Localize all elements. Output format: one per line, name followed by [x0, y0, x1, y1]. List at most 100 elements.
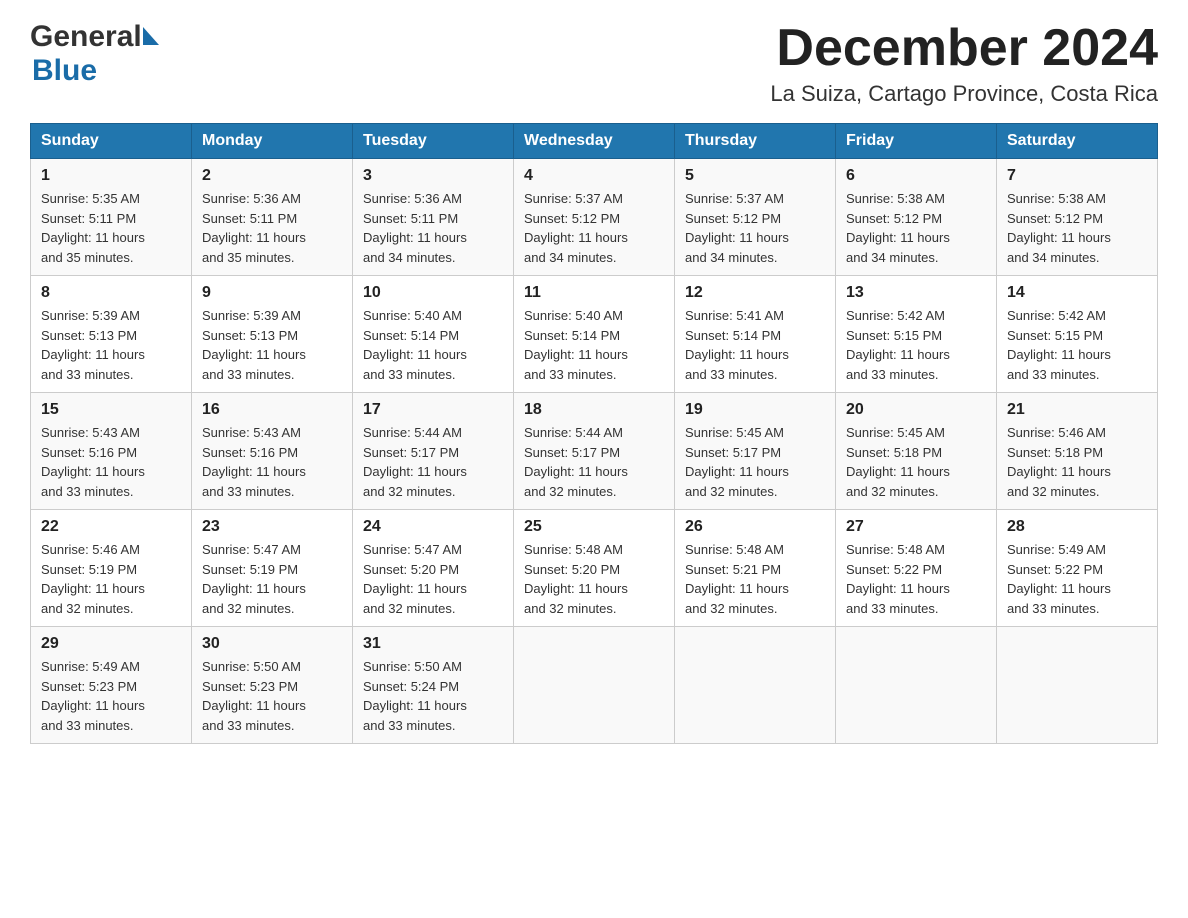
day-number: 8: [41, 284, 181, 302]
day-info: Sunrise: 5:38 AMSunset: 5:12 PMDaylight:…: [846, 191, 950, 265]
calendar-day-cell: [675, 627, 836, 744]
day-number: 26: [685, 518, 825, 536]
day-info: Sunrise: 5:39 AMSunset: 5:13 PMDaylight:…: [202, 308, 306, 382]
day-number: 15: [41, 401, 181, 419]
day-number: 11: [524, 284, 664, 302]
header-sunday: Sunday: [31, 124, 192, 159]
day-number: 13: [846, 284, 986, 302]
calendar-day-cell: 11 Sunrise: 5:40 AMSunset: 5:14 PMDaylig…: [514, 276, 675, 393]
calendar-day-cell: 10 Sunrise: 5:40 AMSunset: 5:14 PMDaylig…: [353, 276, 514, 393]
calendar-day-cell: 9 Sunrise: 5:39 AMSunset: 5:13 PMDayligh…: [192, 276, 353, 393]
calendar-day-cell: 2 Sunrise: 5:36 AMSunset: 5:11 PMDayligh…: [192, 159, 353, 276]
calendar-day-cell: 31 Sunrise: 5:50 AMSunset: 5:24 PMDaylig…: [353, 627, 514, 744]
day-number: 4: [524, 167, 664, 185]
day-info: Sunrise: 5:36 AMSunset: 5:11 PMDaylight:…: [202, 191, 306, 265]
day-info: Sunrise: 5:50 AMSunset: 5:23 PMDaylight:…: [202, 659, 306, 733]
calendar-week-row: 8 Sunrise: 5:39 AMSunset: 5:13 PMDayligh…: [31, 276, 1158, 393]
calendar-day-cell: 27 Sunrise: 5:48 AMSunset: 5:22 PMDaylig…: [836, 510, 997, 627]
day-number: 29: [41, 635, 181, 653]
calendar-day-cell: 12 Sunrise: 5:41 AMSunset: 5:14 PMDaylig…: [675, 276, 836, 393]
calendar-day-cell: 3 Sunrise: 5:36 AMSunset: 5:11 PMDayligh…: [353, 159, 514, 276]
day-number: 17: [363, 401, 503, 419]
calendar-day-cell: 6 Sunrise: 5:38 AMSunset: 5:12 PMDayligh…: [836, 159, 997, 276]
day-info: Sunrise: 5:41 AMSunset: 5:14 PMDaylight:…: [685, 308, 789, 382]
day-info: Sunrise: 5:47 AMSunset: 5:19 PMDaylight:…: [202, 542, 306, 616]
calendar-day-cell: 19 Sunrise: 5:45 AMSunset: 5:17 PMDaylig…: [675, 393, 836, 510]
header-monday: Monday: [192, 124, 353, 159]
header-wednesday: Wednesday: [514, 124, 675, 159]
day-number: 10: [363, 284, 503, 302]
day-number: 21: [1007, 401, 1147, 419]
calendar-week-row: 29 Sunrise: 5:49 AMSunset: 5:23 PMDaylig…: [31, 627, 1158, 744]
day-number: 18: [524, 401, 664, 419]
day-info: Sunrise: 5:43 AMSunset: 5:16 PMDaylight:…: [202, 425, 306, 499]
day-number: 20: [846, 401, 986, 419]
day-info: Sunrise: 5:45 AMSunset: 5:17 PMDaylight:…: [685, 425, 789, 499]
day-info: Sunrise: 5:42 AMSunset: 5:15 PMDaylight:…: [1007, 308, 1111, 382]
day-info: Sunrise: 5:35 AMSunset: 5:11 PMDaylight:…: [41, 191, 145, 265]
calendar-day-cell: 24 Sunrise: 5:47 AMSunset: 5:20 PMDaylig…: [353, 510, 514, 627]
calendar-day-cell: 17 Sunrise: 5:44 AMSunset: 5:17 PMDaylig…: [353, 393, 514, 510]
day-info: Sunrise: 5:37 AMSunset: 5:12 PMDaylight:…: [524, 191, 628, 265]
day-info: Sunrise: 5:49 AMSunset: 5:22 PMDaylight:…: [1007, 542, 1111, 616]
calendar-day-cell: 8 Sunrise: 5:39 AMSunset: 5:13 PMDayligh…: [31, 276, 192, 393]
header-thursday: Thursday: [675, 124, 836, 159]
calendar-week-row: 1 Sunrise: 5:35 AMSunset: 5:11 PMDayligh…: [31, 159, 1158, 276]
calendar-week-row: 15 Sunrise: 5:43 AMSunset: 5:16 PMDaylig…: [31, 393, 1158, 510]
day-info: Sunrise: 5:48 AMSunset: 5:21 PMDaylight:…: [685, 542, 789, 616]
calendar-day-cell: 23 Sunrise: 5:47 AMSunset: 5:19 PMDaylig…: [192, 510, 353, 627]
day-number: 24: [363, 518, 503, 536]
calendar-day-cell: 5 Sunrise: 5:37 AMSunset: 5:12 PMDayligh…: [675, 159, 836, 276]
header-saturday: Saturday: [997, 124, 1158, 159]
day-number: 2: [202, 167, 342, 185]
calendar-day-cell: [514, 627, 675, 744]
day-number: 6: [846, 167, 986, 185]
day-number: 16: [202, 401, 342, 419]
header-friday: Friday: [836, 124, 997, 159]
calendar-header-row: Sunday Monday Tuesday Wednesday Thursday…: [31, 124, 1158, 159]
day-number: 9: [202, 284, 342, 302]
day-number: 1: [41, 167, 181, 185]
title-area: December 2024 La Suiza, Cartago Province…: [770, 20, 1158, 107]
page-header: General Blue December 2024 La Suiza, Car…: [30, 20, 1158, 107]
calendar-day-cell: [997, 627, 1158, 744]
day-number: 27: [846, 518, 986, 536]
logo-blue: Blue: [32, 54, 97, 88]
day-info: Sunrise: 5:44 AMSunset: 5:17 PMDaylight:…: [524, 425, 628, 499]
day-info: Sunrise: 5:38 AMSunset: 5:12 PMDaylight:…: [1007, 191, 1111, 265]
day-number: 12: [685, 284, 825, 302]
day-number: 25: [524, 518, 664, 536]
day-info: Sunrise: 5:39 AMSunset: 5:13 PMDaylight:…: [41, 308, 145, 382]
calendar-table: Sunday Monday Tuesday Wednesday Thursday…: [30, 123, 1158, 744]
calendar-day-cell: 7 Sunrise: 5:38 AMSunset: 5:12 PMDayligh…: [997, 159, 1158, 276]
day-info: Sunrise: 5:44 AMSunset: 5:17 PMDaylight:…: [363, 425, 467, 499]
calendar-day-cell: 1 Sunrise: 5:35 AMSunset: 5:11 PMDayligh…: [31, 159, 192, 276]
calendar-day-cell: 28 Sunrise: 5:49 AMSunset: 5:22 PMDaylig…: [997, 510, 1158, 627]
month-title: December 2024: [770, 20, 1158, 77]
location-title: La Suiza, Cartago Province, Costa Rica: [770, 81, 1158, 107]
header-tuesday: Tuesday: [353, 124, 514, 159]
day-info: Sunrise: 5:50 AMSunset: 5:24 PMDaylight:…: [363, 659, 467, 733]
day-number: 19: [685, 401, 825, 419]
calendar-day-cell: 18 Sunrise: 5:44 AMSunset: 5:17 PMDaylig…: [514, 393, 675, 510]
day-info: Sunrise: 5:40 AMSunset: 5:14 PMDaylight:…: [363, 308, 467, 382]
calendar-day-cell: 29 Sunrise: 5:49 AMSunset: 5:23 PMDaylig…: [31, 627, 192, 744]
day-info: Sunrise: 5:37 AMSunset: 5:12 PMDaylight:…: [685, 191, 789, 265]
calendar-day-cell: 16 Sunrise: 5:43 AMSunset: 5:16 PMDaylig…: [192, 393, 353, 510]
day-info: Sunrise: 5:48 AMSunset: 5:22 PMDaylight:…: [846, 542, 950, 616]
day-number: 23: [202, 518, 342, 536]
calendar-week-row: 22 Sunrise: 5:46 AMSunset: 5:19 PMDaylig…: [31, 510, 1158, 627]
day-number: 22: [41, 518, 181, 536]
day-info: Sunrise: 5:46 AMSunset: 5:19 PMDaylight:…: [41, 542, 145, 616]
calendar-day-cell: 15 Sunrise: 5:43 AMSunset: 5:16 PMDaylig…: [31, 393, 192, 510]
day-info: Sunrise: 5:40 AMSunset: 5:14 PMDaylight:…: [524, 308, 628, 382]
day-info: Sunrise: 5:36 AMSunset: 5:11 PMDaylight:…: [363, 191, 467, 265]
logo-arrow-icon: [143, 27, 159, 45]
calendar-day-cell: 14 Sunrise: 5:42 AMSunset: 5:15 PMDaylig…: [997, 276, 1158, 393]
calendar-day-cell: 20 Sunrise: 5:45 AMSunset: 5:18 PMDaylig…: [836, 393, 997, 510]
day-number: 14: [1007, 284, 1147, 302]
day-number: 7: [1007, 167, 1147, 185]
day-number: 30: [202, 635, 342, 653]
calendar-day-cell: 26 Sunrise: 5:48 AMSunset: 5:21 PMDaylig…: [675, 510, 836, 627]
day-info: Sunrise: 5:47 AMSunset: 5:20 PMDaylight:…: [363, 542, 467, 616]
